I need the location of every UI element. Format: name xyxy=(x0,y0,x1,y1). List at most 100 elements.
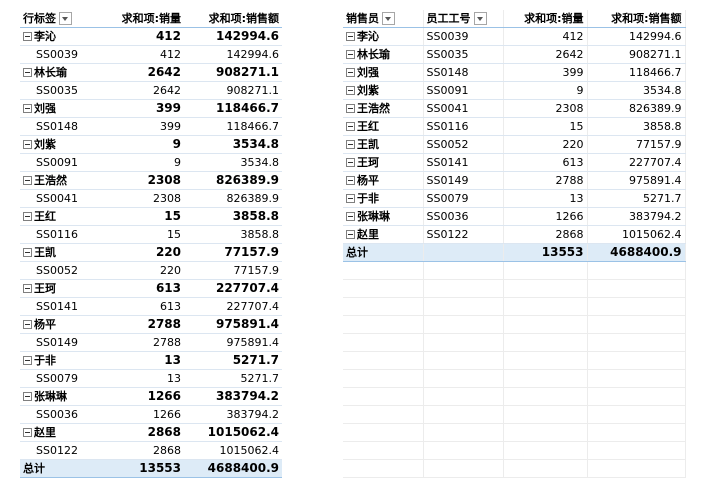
qty-sum-header[interactable]: 求和项:销量 xyxy=(503,10,588,28)
empty-cell[interactable] xyxy=(423,459,504,478)
empty-cell[interactable] xyxy=(423,387,504,406)
collapse-icon[interactable] xyxy=(346,229,355,239)
empty-cell[interactable] xyxy=(343,459,424,478)
employee-id[interactable]: SS0039 xyxy=(423,27,504,46)
employee-id[interactable]: SS0116 xyxy=(20,225,100,244)
collapse-icon[interactable] xyxy=(23,427,32,437)
empty-cell[interactable] xyxy=(423,405,504,424)
group-label[interactable]: 王珂 xyxy=(20,279,100,298)
emp-id-header[interactable]: 员工工号 xyxy=(423,10,504,28)
seller-cell[interactable]: 杨平 xyxy=(343,171,424,190)
empty-cell[interactable] xyxy=(503,351,588,370)
row-sales[interactable]: 1015062.4 xyxy=(587,225,686,244)
qty-sum-header[interactable]: 求和项:销量 xyxy=(100,10,184,28)
employee-id[interactable]: SS0148 xyxy=(20,117,100,136)
empty-cell[interactable] xyxy=(587,423,686,442)
empty-cell[interactable] xyxy=(503,441,588,460)
empty-cell[interactable] xyxy=(343,423,424,442)
detail-sales[interactable]: 142994.6 xyxy=(184,45,282,64)
employee-id[interactable]: SS0149 xyxy=(20,333,100,352)
group-qty[interactable]: 399 xyxy=(100,99,184,118)
collapse-icon[interactable] xyxy=(346,67,355,77)
group-label[interactable]: 林长瑜 xyxy=(20,63,100,82)
detail-qty[interactable]: 399 xyxy=(100,117,184,136)
collapse-icon[interactable] xyxy=(346,103,355,113)
group-label[interactable]: 赵里 xyxy=(20,423,100,442)
seller-cell[interactable]: 林长瑜 xyxy=(343,45,424,64)
filter-dropdown-icon[interactable] xyxy=(59,11,72,25)
row-sales[interactable]: 227707.4 xyxy=(587,153,686,172)
group-sales[interactable]: 227707.4 xyxy=(184,279,282,298)
group-qty[interactable]: 2788 xyxy=(100,315,184,334)
collapse-icon[interactable] xyxy=(23,211,32,221)
empty-cell[interactable] xyxy=(503,459,588,478)
seller-cell[interactable]: 李沁 xyxy=(343,27,424,46)
collapse-icon[interactable] xyxy=(346,193,355,203)
row-qty[interactable]: 9 xyxy=(503,81,588,100)
seller-cell[interactable]: 于非 xyxy=(343,189,424,208)
row-qty[interactable]: 220 xyxy=(503,135,588,154)
collapse-icon[interactable] xyxy=(23,139,32,149)
empty-cell[interactable] xyxy=(343,279,424,298)
empty-cell[interactable] xyxy=(587,279,686,298)
empty-cell[interactable] xyxy=(587,297,686,316)
empty-cell[interactable] xyxy=(343,261,424,280)
row-qty[interactable]: 2868 xyxy=(503,225,588,244)
detail-qty[interactable]: 2642 xyxy=(100,81,184,100)
detail-sales[interactable]: 5271.7 xyxy=(184,369,282,388)
employee-id[interactable]: SS0052 xyxy=(20,261,100,280)
collapse-icon[interactable] xyxy=(23,247,32,257)
detail-qty[interactable]: 1266 xyxy=(100,405,184,424)
seller-cell[interactable]: 张琳琳 xyxy=(343,207,424,226)
seller-cell[interactable]: 刘紫 xyxy=(343,81,424,100)
group-sales[interactable]: 1015062.4 xyxy=(184,423,282,442)
empty-cell[interactable] xyxy=(587,441,686,460)
empty-cell[interactable] xyxy=(423,333,504,352)
group-sales[interactable]: 383794.2 xyxy=(184,387,282,406)
empty-cell[interactable] xyxy=(503,297,588,316)
collapse-icon[interactable] xyxy=(346,31,355,41)
detail-sales[interactable]: 77157.9 xyxy=(184,261,282,280)
employee-id[interactable]: SS0039 xyxy=(20,45,100,64)
grand-total-sales[interactable]: 4688400.9 xyxy=(184,459,282,478)
group-label[interactable]: 于非 xyxy=(20,351,100,370)
row-qty[interactable]: 13 xyxy=(503,189,588,208)
seller-cell[interactable]: 王浩然 xyxy=(343,99,424,118)
collapse-icon[interactable] xyxy=(23,391,32,401)
group-sales[interactable]: 77157.9 xyxy=(184,243,282,262)
empty-cell[interactable] xyxy=(423,369,504,388)
group-qty[interactable]: 2308 xyxy=(100,171,184,190)
collapse-icon[interactable] xyxy=(346,211,355,221)
collapse-icon[interactable] xyxy=(23,67,32,77)
employee-id[interactable]: SS0149 xyxy=(423,171,504,190)
detail-qty[interactable]: 412 xyxy=(100,45,184,64)
empty-cell[interactable] xyxy=(587,369,686,388)
empty-cell[interactable] xyxy=(423,351,504,370)
detail-sales[interactable]: 383794.2 xyxy=(184,405,282,424)
grand-total-qty[interactable]: 13553 xyxy=(100,459,184,478)
group-qty[interactable]: 15 xyxy=(100,207,184,226)
collapse-icon[interactable] xyxy=(23,103,32,113)
group-sales[interactable]: 826389.9 xyxy=(184,171,282,190)
seller-cell[interactable]: 刘强 xyxy=(343,63,424,82)
employee-id[interactable]: SS0122 xyxy=(20,441,100,460)
employee-id[interactable]: SS0036 xyxy=(423,207,504,226)
employee-id[interactable]: SS0148 xyxy=(423,63,504,82)
seller-cell[interactable]: 王珂 xyxy=(343,153,424,172)
detail-sales[interactable]: 227707.4 xyxy=(184,297,282,316)
employee-id[interactable]: SS0035 xyxy=(423,45,504,64)
employee-id[interactable]: SS0122 xyxy=(423,225,504,244)
grand-total-label[interactable]: 总计 xyxy=(20,459,100,478)
group-label[interactable]: 刘紫 xyxy=(20,135,100,154)
collapse-icon[interactable] xyxy=(346,139,355,149)
employee-id[interactable]: SS0079 xyxy=(423,189,504,208)
empty-cell[interactable] xyxy=(587,387,686,406)
group-label[interactable]: 刘强 xyxy=(20,99,100,118)
group-label[interactable]: 杨平 xyxy=(20,315,100,334)
collapse-icon[interactable] xyxy=(23,283,32,293)
group-label[interactable]: 张琳琳 xyxy=(20,387,100,406)
employee-id[interactable]: SS0091 xyxy=(20,153,100,172)
employee-id[interactable]: SS0091 xyxy=(423,81,504,100)
group-sales[interactable]: 3858.8 xyxy=(184,207,282,226)
employee-id[interactable]: SS0116 xyxy=(423,117,504,136)
